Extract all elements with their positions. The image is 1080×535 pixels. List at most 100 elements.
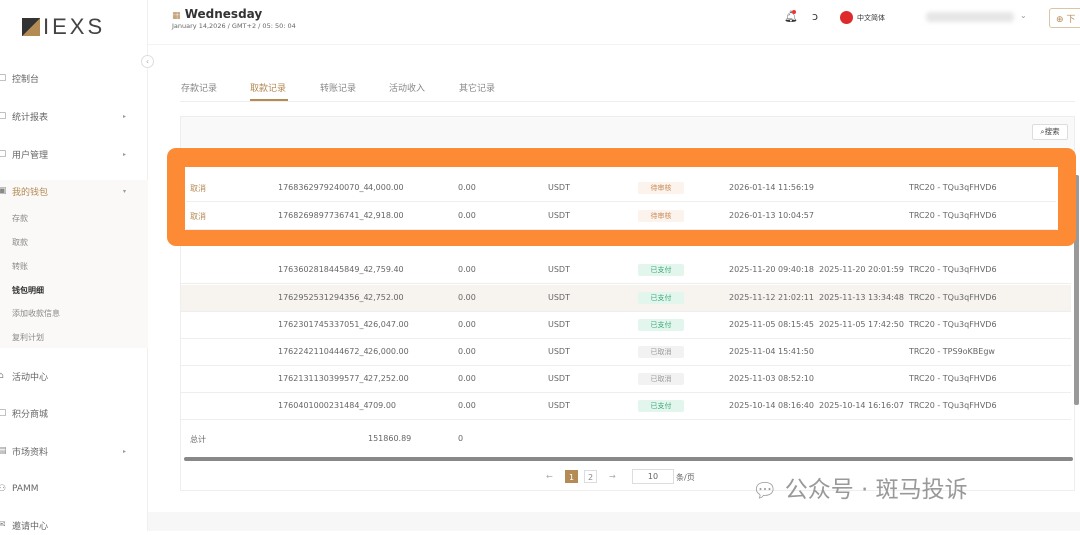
- menu-icon: ⌂: [0, 371, 4, 381]
- cell-completed: 2025-10-14 16:16:07: [819, 401, 904, 410]
- sidebar-item-label: 邀请中心: [12, 521, 49, 532]
- cancel-link[interactable]: 取消: [190, 211, 206, 222]
- cell-amount: 26,047.00: [368, 320, 409, 329]
- sidebar-item-label: 积分商城: [12, 409, 49, 420]
- prev-page-button[interactable]: ←: [546, 472, 553, 481]
- cell-fee: 0.00: [458, 347, 476, 356]
- total-amount: 151860.89: [368, 434, 412, 443]
- sidebar-subitem[interactable]: 添加收款信息: [12, 308, 60, 319]
- account-name-blurred[interactable]: [926, 12, 1014, 22]
- cell-address: TRC20 - TQu3qFHVD6: [909, 265, 997, 274]
- sidebar-item-label: PAMM: [12, 484, 39, 494]
- china-flag-icon: [840, 11, 853, 24]
- cell-amount: 26,000.00: [368, 347, 409, 356]
- cell-currency: USDT: [548, 320, 570, 329]
- cell-fee: 0.00: [458, 320, 476, 329]
- menu-icon: ▤: [0, 446, 7, 456]
- sidebar-item-2[interactable]: ▢ 用户管理 ▸: [0, 144, 148, 164]
- cell-amount: 2,918.00: [368, 211, 404, 220]
- collapse-sidebar-button[interactable]: ‹: [141, 55, 154, 68]
- sidebar-item-3[interactable]: ▣ 我的钱包 ▾: [0, 181, 148, 201]
- next-page-button[interactable]: →: [609, 472, 616, 481]
- chevron-right-icon: ▸: [122, 112, 126, 120]
- cell-created: 2025-10-14 08:16:40: [729, 401, 814, 410]
- menu-icon: ▢: [0, 408, 7, 418]
- sidebar-subitem[interactable]: 转账: [12, 261, 28, 272]
- page-size-input[interactable]: 10: [632, 469, 674, 484]
- cell-address: TRC20 - TQu3qFHVD6: [909, 320, 997, 329]
- sidebar-item-6[interactable]: ▤ 市场资料 ▸: [0, 441, 148, 461]
- chevron-right-icon: ▸: [122, 447, 126, 455]
- cell-id: 1762131130399577_4: [278, 374, 369, 383]
- tab-3[interactable]: 活动收入: [389, 81, 425, 94]
- cell-currency: USDT: [548, 293, 570, 302]
- status-badge: 待审核: [638, 210, 684, 222]
- status-badge: 已支付: [638, 264, 684, 276]
- calendar-icon: ▦: [172, 11, 181, 21]
- cell-id: 1762301745337051_4: [278, 320, 369, 329]
- cell-completed: 2025-11-20 20:01:59: [819, 265, 904, 274]
- page-2-button[interactable]: 2: [584, 470, 597, 483]
- cell-fee: 0.00: [458, 374, 476, 383]
- sidebar-item-5[interactable]: ▢ 积分商城: [0, 403, 148, 423]
- cell-currency: USDT: [548, 265, 570, 274]
- cell-created: 2025-11-05 08:15:45: [729, 320, 814, 329]
- chevron-right-icon: ▸: [122, 150, 126, 158]
- cell-currency: USDT: [548, 183, 570, 192]
- download-button[interactable]: ⊕ 下: [1049, 8, 1080, 28]
- menu-icon: ✉: [0, 520, 6, 530]
- sidebar-item-1[interactable]: ▢ 统计报表 ▸: [0, 106, 148, 126]
- status-badge: 已支付: [638, 292, 684, 304]
- cell-id: 1762242110444672_4: [278, 347, 369, 356]
- cell-id: 1768269897736741_4: [278, 211, 369, 220]
- sidebar-item-7[interactable]: ⚇ PAMM: [0, 479, 148, 499]
- cell-currency: USDT: [548, 374, 570, 383]
- cell-created: 2025-11-03 08:52:10: [729, 374, 814, 383]
- horizontal-scrollbar[interactable]: [184, 457, 1073, 461]
- sidebar-subitem[interactable]: 存款: [12, 213, 28, 224]
- bell-icon[interactable]: 🔔︎: [784, 10, 798, 23]
- active-tab-underline: [250, 99, 288, 101]
- sidebar: IEXS ▢ 控制台 ▢ 统计报表 ▸ ▢ 用户管理 ▸ ▣ 我的钱包 ▾ ⌂ 活动中心 ▢ 积分商城 ▤ 市场…: [0, 0, 148, 532]
- tab-1[interactable]: 取款记录: [250, 81, 286, 94]
- total-fee: 0: [458, 434, 464, 443]
- support-icon[interactable]: ↄ: [812, 10, 818, 23]
- cell-address: TRC20 - TPS9oKBEgw: [909, 347, 995, 356]
- sidebar-subitem[interactable]: 复利计划: [12, 332, 44, 343]
- cell-currency: USDT: [548, 211, 570, 220]
- tab-4[interactable]: 其它记录: [459, 81, 495, 94]
- menu-icon: ▢: [0, 149, 7, 159]
- per-page-label: 条/页: [676, 473, 695, 482]
- sidebar-item-4[interactable]: ⌂ 活动中心: [0, 366, 148, 386]
- cancel-link[interactable]: 取消: [190, 183, 206, 194]
- cell-id: 1760401000231484_4: [278, 401, 369, 410]
- day-label: Wednesday: [184, 7, 263, 21]
- sidebar-subitem[interactable]: 取款: [12, 237, 28, 248]
- sidebar-subitem[interactable]: 钱包明细: [12, 285, 44, 296]
- datetime: January 14,2026 / GMT+2 / 05: 50: 04: [172, 22, 296, 30]
- cell-created: 2026-01-14 11:56:19: [729, 183, 814, 192]
- watermark: 💬︎ 公众号 · 斑马投诉: [752, 477, 968, 503]
- page-1-button[interactable]: 1: [565, 470, 578, 483]
- cell-amount: 27,252.00: [368, 374, 409, 383]
- cell-fee: 0.00: [458, 401, 476, 410]
- cell-id: 1762952531294356_4: [278, 293, 369, 302]
- language-select[interactable]: 中文简体: [857, 13, 885, 23]
- cell-created: 2025-11-12 21:02:11: [729, 293, 814, 302]
- sidebar-item-0[interactable]: ▢ 控制台: [0, 68, 148, 88]
- menu-icon: ▢: [0, 73, 7, 83]
- chevron-down-icon: ▾: [122, 187, 126, 195]
- sidebar-item-8[interactable]: ✉ 邀请中心: [0, 515, 148, 535]
- logo: IEXS: [22, 14, 105, 40]
- cell-address: TRC20 - TQu3qFHVD6: [909, 293, 997, 302]
- cell-completed: 2025-11-13 13:34:48: [819, 293, 904, 302]
- sidebar-item-label: 市场资料: [12, 447, 49, 458]
- total-label: 总计: [190, 435, 206, 444]
- menu-icon: ▣: [0, 186, 7, 196]
- cell-address: TRC20 - TQu3qFHVD6: [909, 401, 997, 410]
- search-button[interactable]: ⌕搜索: [1032, 124, 1068, 140]
- tab-0[interactable]: 存款记录: [181, 81, 217, 94]
- footer: [148, 512, 1080, 531]
- chevron-down-icon[interactable]: ⌄: [1020, 11, 1027, 20]
- tab-2[interactable]: 转账记录: [320, 81, 356, 94]
